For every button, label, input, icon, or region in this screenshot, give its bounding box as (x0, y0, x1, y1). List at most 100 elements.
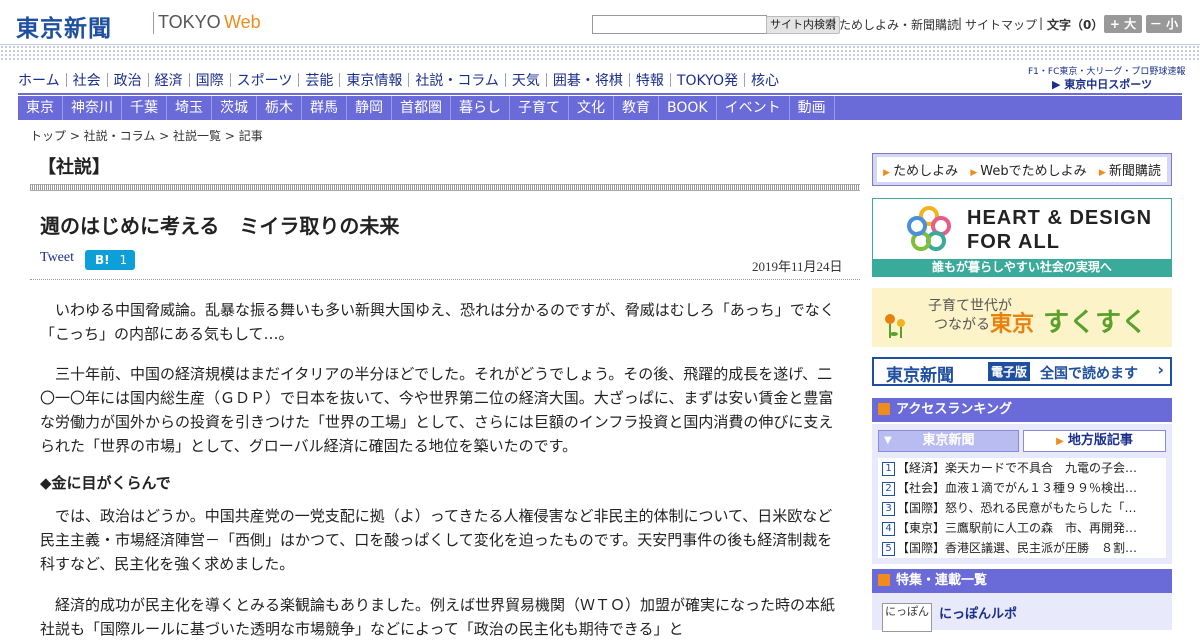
site-logo[interactable]: 東京新聞 (16, 9, 112, 43)
ranking-list: 1 【経済】楽天カードで不具合 九電の子会… 2 【社会】血液１滴でがん１３種９９％… (878, 458, 1166, 558)
sukusuku-main: すくすく (1043, 308, 1148, 338)
tweet-button[interactable]: Tweet (40, 250, 74, 266)
main-nav-item[interactable]: 囲碁・将棋 (553, 70, 623, 90)
trial-read-label: ためしよみ (893, 164, 959, 179)
nav-separator (504, 73, 506, 87)
heart-design-subtitle: FOR ALL (967, 231, 1060, 253)
region-nav-item[interactable]: 茨城 (212, 96, 257, 120)
ranking-item[interactable]: 4 【東京】三鷹駅前に人工の森 市、再開発… (882, 518, 1164, 538)
sukusuku-title: 東京 すくすく (990, 302, 1147, 339)
article-title: 週のはじめに考える ミイラ取りの未来 (40, 214, 400, 238)
font-larger-button[interactable]: + 大 (1104, 15, 1142, 33)
region-nav-item[interactable]: 文化 (569, 96, 614, 120)
hatena-bookmark-button[interactable]: B! 1 (85, 250, 135, 270)
nav-separator (298, 73, 300, 87)
region-nav-item[interactable]: 千葉 (122, 96, 167, 120)
chevron-right-icon: › (1157, 360, 1164, 379)
nav-separator (545, 73, 547, 87)
ranking-item-text: 【国際】香港区議選、民主派が圧勝 ８割… (897, 541, 1138, 555)
font-smaller-button[interactable]: － 小 (1146, 15, 1182, 33)
chunichi-sports-link[interactable]: ▶ 東京中日スポーツ (1052, 76, 1152, 92)
sitemap-link[interactable]: サイトマップ (965, 16, 1037, 33)
arrow-icon: ▶ (970, 168, 978, 178)
web-trial-button[interactable]: ▶ Webでためしよみ (970, 160, 1086, 179)
site-search-input[interactable] (592, 15, 767, 34)
main-nav-item[interactable]: ホーム (18, 70, 60, 90)
main-nav-item[interactable]: 国際 (196, 70, 224, 90)
main-nav-item[interactable]: 社説・コラム (415, 70, 499, 90)
article-paragraph: 三十年前、中国の経済規模はまだイタリアの半分ほどでした。それがどうでしょう。その… (40, 365, 834, 455)
main-nav-item[interactable]: 芸能 (305, 70, 333, 90)
ranking-header: アクセスランキング (872, 398, 1172, 422)
tab-tokyo-shimbun[interactable]: ▼ 東京新聞 (878, 430, 1019, 452)
region-nav-item[interactable]: 動画 (790, 96, 835, 120)
article-paragraph: 経済的成功が民主化を導くとみる楽観論もありました。例えば世界貿易機関（ＷＴＯ）加… (40, 596, 836, 638)
region-nav-item[interactable]: 埼玉 (167, 96, 212, 120)
main-nav: ホーム 社会 政治 経済 国際 スポーツ 芸能 東京情報 社説・コラム 天気 囲碁・将棋 特報 TOKY… (18, 69, 779, 91)
hatena-icon: B! (95, 253, 110, 267)
main-nav-item[interactable]: 特報 (636, 70, 664, 90)
main-nav-item[interactable]: 天気 (512, 70, 540, 90)
region-nav-item[interactable]: 首都圏 (392, 96, 451, 120)
digital-edition-banner[interactable]: 東京新聞 電子版 全国で読めます › (872, 357, 1172, 386)
ranking-title: アクセスランキング (896, 402, 1012, 417)
region-nav-item[interactable]: 静岡 (347, 96, 392, 120)
heart-design-banner[interactable]: HEART & DESIGN FOR ALL 誰もが暮らしやすい社会の実現へ (872, 198, 1172, 277)
breadcrumb[interactable]: トップ > 社説・コラム > 社説一覧 > 記事 (30, 127, 263, 144)
region-nav-item[interactable]: イベント (717, 96, 790, 120)
region-nav-item[interactable]: BOOK (659, 96, 717, 120)
article-date: 2019年11月24日 (752, 259, 843, 274)
heart-design-caption: 誰もが暮らしやすい社会の実現へ (873, 259, 1171, 276)
header-dot-band (0, 44, 1200, 61)
region-nav-item[interactable]: 群馬 (302, 96, 347, 120)
logo-divider (153, 12, 154, 34)
main-nav-item[interactable]: 核心 (751, 70, 779, 90)
site-header: 東京新聞 TOKYO Web サイト内検索 | ためしよみ・新聞購読 | サイト… (0, 0, 1200, 44)
features-title: 特集・連載一覧 (896, 573, 988, 588)
section-rule (30, 184, 860, 191)
nav-separator (408, 73, 410, 87)
region-nav-item[interactable]: 神奈川 (63, 96, 122, 120)
rank-number: 2 (882, 482, 895, 496)
trial-read-button[interactable]: ▶ ためしよみ (883, 160, 958, 179)
flower-icon (885, 314, 905, 338)
main-nav-item[interactable]: 経済 (155, 70, 183, 90)
arrow-icon: ▶ (1056, 436, 1064, 447)
ranking-box: ▼ 東京新聞 ▶ 地方版記事 1 【経済】楽天カードで不具合 九電の子会… 2 【社会】… (872, 424, 1172, 564)
header-divider: | (958, 16, 963, 30)
region-nav-item[interactable]: 栃木 (257, 96, 302, 120)
site-search-button[interactable]: サイト内検索 (766, 16, 840, 34)
nav-separator (65, 73, 67, 87)
subscribe-button[interactable]: ▶ 新聞購読 (1099, 160, 1161, 179)
main-nav-item[interactable]: 社会 (73, 70, 101, 90)
main-nav-item[interactable]: 東京情報 (346, 70, 402, 90)
logo-tokyo-text: TOKYO (158, 12, 221, 32)
region-nav-item[interactable]: 子育て (510, 96, 569, 120)
trial-subscribe-link[interactable]: ためしよみ・新聞購読 (839, 16, 959, 33)
main-nav-item[interactable]: スポーツ (237, 70, 293, 90)
sukusuku-tokyo: 東京 (990, 312, 1035, 337)
nav-separator (106, 73, 108, 87)
ranking-item[interactable]: 3 【国際】怒り、恐れる民意がもたらした「… (882, 498, 1164, 518)
ranking-item[interactable]: 1 【経済】楽天カードで不具合 九電の子会… (882, 458, 1164, 478)
region-nav-item[interactable]: 東京 (18, 96, 63, 120)
feature-link[interactable]: にっぽんルポ (939, 603, 1017, 622)
region-nav: 東京 神奈川 千葉 埼玉 茨城 栃木 群馬 静岡 首都圏 暮らし 子育て 文化 教育 BOOK イベント 動画 (18, 96, 1182, 120)
font-size-label: 文字（0） (1047, 18, 1104, 32)
main-nav-item[interactable]: 政治 (114, 70, 142, 90)
sukusuku-banner[interactable]: 子育て世代が つながる 東京 すくすく (872, 288, 1172, 347)
header-divider: | (1039, 16, 1044, 30)
tab-regional[interactable]: ▶ 地方版記事 (1023, 430, 1166, 452)
ranking-item[interactable]: 5 【国際】香港区議選、民主派が圧勝 ８割… (882, 538, 1164, 558)
rank-number: 5 (882, 542, 895, 556)
web-trial-label: Webでためしよみ (980, 164, 1087, 179)
tab-label: 東京新聞 (922, 433, 975, 448)
ranking-item[interactable]: 2 【社会】血液１滴でがん１３種９９％検出… (882, 478, 1164, 498)
region-nav-item[interactable]: 教育 (614, 96, 659, 120)
nav-separator (628, 73, 630, 87)
feature-thumbnail[interactable]: にっぽん (882, 603, 932, 632)
header-divider: | (832, 16, 837, 30)
rank-number: 4 (882, 522, 895, 536)
main-nav-item[interactable]: TOKYO発 (677, 70, 738, 90)
region-nav-item[interactable]: 暮らし (451, 96, 510, 120)
